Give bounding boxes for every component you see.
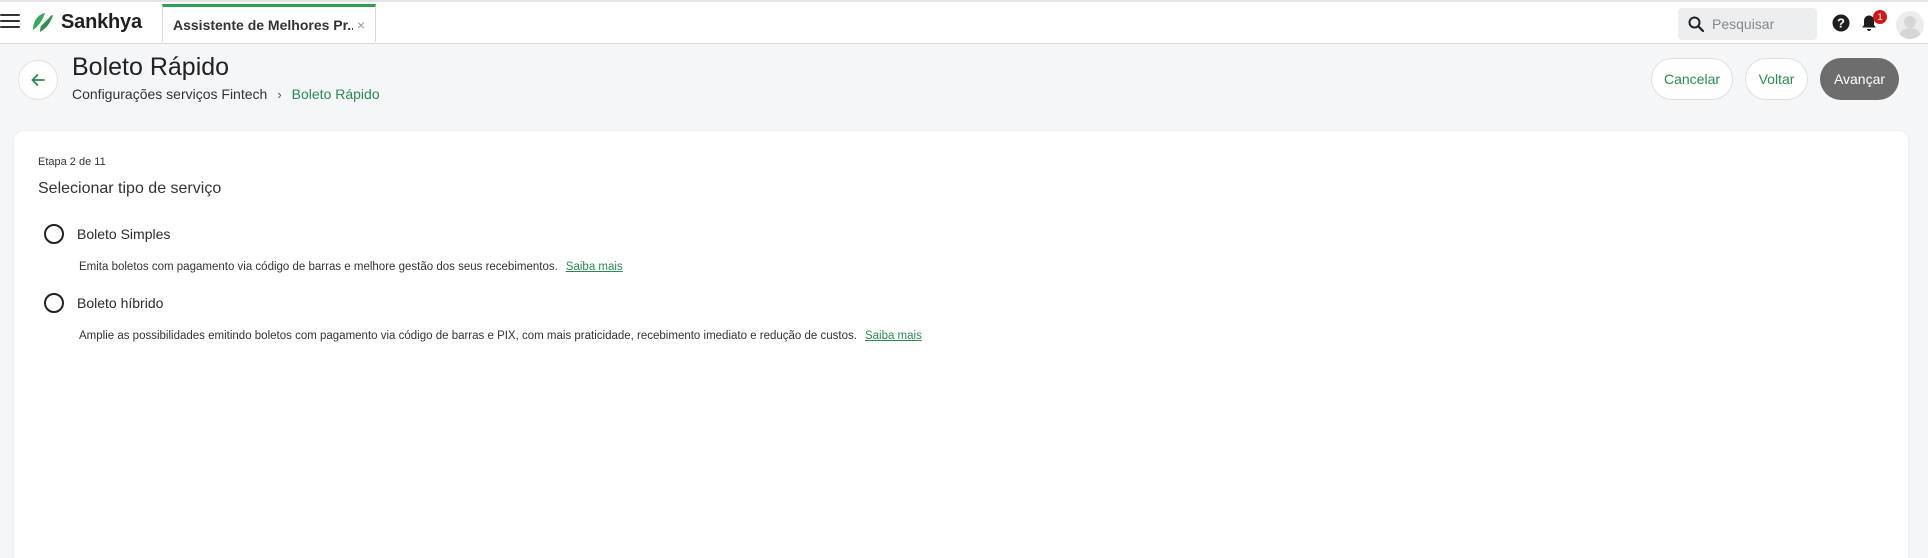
breadcrumb-current: Boleto Rápido	[291, 86, 380, 102]
sankhya-leaf-logo-icon	[33, 13, 53, 33]
next-button[interactable]: Avançar	[1820, 58, 1899, 100]
breadcrumb-parent[interactable]: Configurações serviços Fintech	[72, 86, 267, 102]
learn-more-link[interactable]: Saiba mais	[566, 261, 623, 273]
option-description: Emita boletos com pagamento via código d…	[79, 261, 623, 273]
back-button[interactable]: Voltar	[1745, 58, 1808, 100]
radio-boleto-hibrido[interactable]	[44, 293, 64, 313]
option-boleto-hibrido[interactable]: Boleto híbrido	[44, 293, 163, 313]
help-icon[interactable]: ?	[1832, 14, 1850, 37]
back-arrow-button[interactable]	[18, 60, 58, 100]
user-avatar-icon	[1899, 16, 1921, 39]
brand-name: Sankhya	[61, 10, 142, 33]
learn-more-link[interactable]: Saiba mais	[865, 330, 922, 342]
step-indicator: Etapa 2 de 11	[38, 156, 106, 168]
tab-label: Assistente de Melhores Pr...	[173, 16, 353, 33]
option-label: Boleto Simples	[77, 226, 171, 242]
option-label: Boleto híbrido	[77, 295, 164, 311]
help-icon-glyph: ?	[1832, 14, 1850, 32]
page-title: Boleto Rápido	[72, 53, 230, 81]
option-boleto-simples[interactable]: Boleto Simples	[44, 224, 170, 244]
svg-text:?: ?	[1837, 16, 1845, 31]
brand-logo[interactable]: Sankhya	[30, 10, 142, 34]
option-description-text: Emita boletos com pagamento via código d…	[79, 261, 558, 273]
breadcrumb: Configurações serviços Fintech › Boleto …	[72, 86, 380, 102]
search-box[interactable]	[1678, 8, 1817, 40]
search-input[interactable]	[1712, 16, 1812, 32]
arrow-left-icon	[31, 74, 45, 86]
close-icon[interactable]: ×	[357, 17, 365, 33]
wizard-card	[14, 131, 1908, 558]
section-title: Selecionar tipo de serviço	[38, 180, 222, 197]
notification-badge: 1	[1873, 10, 1887, 24]
search-icon	[1688, 16, 1704, 32]
chevron-right-icon: ›	[277, 86, 282, 102]
radio-boleto-simples[interactable]	[44, 224, 64, 244]
hamburger-icon[interactable]	[0, 14, 20, 30]
cancel-button[interactable]: Cancelar	[1651, 58, 1733, 100]
tab-assistente[interactable]: Assistente de Melhores Pr... ×	[162, 4, 376, 42]
option-description: Amplie as possibilidades emitindo boleto…	[79, 330, 922, 342]
option-description-text: Amplie as possibilidades emitindo boleto…	[79, 330, 857, 342]
avatar[interactable]	[1896, 11, 1924, 39]
top-bar: Sankhya Assistente de Melhores Pr... × ?…	[0, 0, 1928, 44]
